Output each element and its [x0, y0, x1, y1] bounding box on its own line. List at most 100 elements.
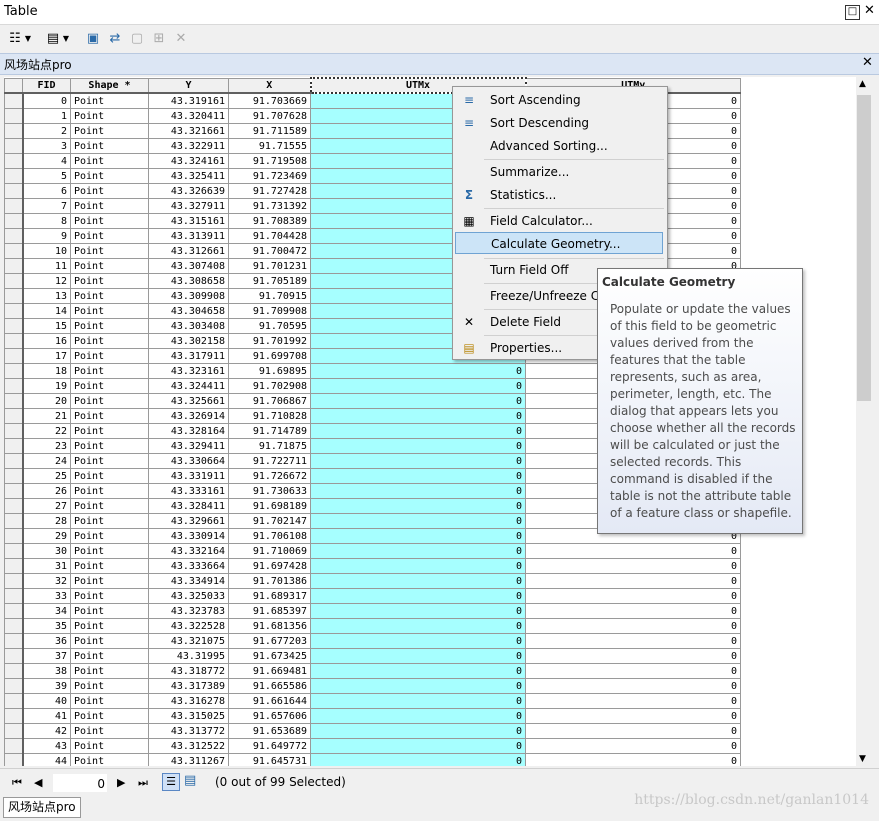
cell-x[interactable]: 91.71555	[228, 138, 311, 154]
cell-x[interactable]: 91.653689	[228, 723, 311, 739]
cell-y[interactable]: 43.324161	[148, 153, 229, 169]
zoom-to-selected-icon[interactable]: ⊞	[150, 29, 168, 47]
cell-shape[interactable]: Point	[70, 108, 149, 124]
cell-shape[interactable]: Point	[70, 453, 149, 469]
cell-shape[interactable]: Point	[70, 168, 149, 184]
table-row[interactable]: 30 Point 43.332164 91.710069 0 0	[4, 543, 741, 559]
cell-utmx[interactable]: 0	[310, 543, 526, 559]
cell-x[interactable]: 91.69895	[228, 363, 311, 379]
cell-utmx[interactable]: 0	[310, 648, 526, 664]
cell-y[interactable]: 43.331911	[148, 468, 229, 484]
cell-utmy[interactable]: 0	[525, 558, 741, 574]
cell-utmx[interactable]: 0	[310, 603, 526, 619]
previous-record-icon[interactable]: ◀	[34, 776, 42, 789]
cell-utmy[interactable]: 0	[525, 618, 741, 634]
row-selector[interactable]	[4, 92, 24, 109]
row-selector[interactable]	[4, 408, 24, 424]
cell-y[interactable]: 43.329411	[148, 438, 229, 454]
cell-x[interactable]: 91.722711	[228, 453, 311, 469]
row-selector[interactable]	[4, 723, 24, 739]
cell-y[interactable]: 43.318772	[148, 663, 229, 679]
cell-x[interactable]: 91.711589	[228, 123, 311, 139]
cell-shape[interactable]: Point	[70, 378, 149, 394]
cell-x[interactable]: 91.71875	[228, 438, 311, 454]
cell-shape[interactable]: Point	[70, 558, 149, 574]
cell-x[interactable]: 91.707628	[228, 108, 311, 124]
cell-utmy[interactable]: 0	[525, 633, 741, 649]
row-selector[interactable]	[4, 468, 24, 484]
row-selector[interactable]	[4, 678, 24, 694]
cell-x[interactable]: 91.645731	[228, 753, 311, 766]
cell-shape[interactable]: Point	[70, 528, 149, 544]
cell-shape[interactable]: Point	[70, 573, 149, 589]
row-selector[interactable]	[4, 183, 24, 199]
cell-utmx[interactable]: 0	[310, 513, 526, 529]
cell-fid[interactable]: 42	[22, 723, 71, 739]
cell-shape[interactable]: Point	[70, 228, 149, 244]
cell-y[interactable]: 43.312661	[148, 243, 229, 259]
table-row[interactable]: 32 Point 43.334914 91.701386 0 0	[4, 573, 741, 589]
cell-fid[interactable]: 27	[22, 498, 71, 514]
scrollbar-thumb[interactable]	[857, 95, 871, 401]
cell-y[interactable]: 43.328411	[148, 498, 229, 514]
cell-shape[interactable]: Point	[70, 258, 149, 274]
cell-y[interactable]: 43.330664	[148, 453, 229, 469]
cell-x[interactable]: 91.703669	[228, 92, 311, 109]
cell-fid[interactable]: 1	[22, 108, 71, 124]
cell-x[interactable]: 91.669481	[228, 663, 311, 679]
cell-utmx[interactable]: 0	[310, 663, 526, 679]
menu-item-calculate-geometry[interactable]: Calculate Geometry...	[455, 232, 663, 254]
row-selector[interactable]	[4, 543, 24, 559]
switch-selection-icon[interactable]: ⇄	[106, 29, 124, 47]
cell-x[interactable]: 91.661644	[228, 693, 311, 709]
scroll-up-icon[interactable]: ▲	[859, 79, 866, 89]
cell-y[interactable]: 43.328164	[148, 423, 229, 439]
cell-utmy[interactable]: 0	[525, 588, 741, 604]
cell-fid[interactable]: 35	[22, 618, 71, 634]
dropdown-arrow-icon[interactable]: ▼	[22, 29, 34, 47]
table-row[interactable]: 35 Point 43.322528 91.681356 0 0	[4, 618, 741, 634]
cell-y[interactable]: 43.323783	[148, 603, 229, 619]
cell-fid[interactable]: 23	[22, 438, 71, 454]
row-selector[interactable]	[4, 288, 24, 304]
table-row[interactable]: 31 Point 43.333664 91.697428 0 0	[4, 558, 741, 574]
cell-fid[interactable]: 44	[22, 753, 71, 766]
row-selector[interactable]	[4, 423, 24, 439]
cell-utmx[interactable]: 0	[310, 393, 526, 409]
cell-y[interactable]: 43.319161	[148, 92, 229, 109]
cell-shape[interactable]: Point	[70, 303, 149, 319]
row-selector[interactable]	[4, 558, 24, 574]
cell-shape[interactable]: Point	[70, 603, 149, 619]
cell-fid[interactable]: 39	[22, 678, 71, 694]
cell-x[interactable]: 91.70915	[228, 288, 311, 304]
row-selector[interactable]	[4, 213, 24, 229]
cell-utmy[interactable]: 0	[525, 603, 741, 619]
cell-y[interactable]: 43.327911	[148, 198, 229, 214]
cell-y[interactable]: 43.326639	[148, 183, 229, 199]
cell-y[interactable]: 43.322911	[148, 138, 229, 154]
menu-item-sort-descending[interactable]: ≡ Sort Descending	[455, 112, 663, 134]
row-selector[interactable]	[4, 123, 24, 139]
cell-utmx[interactable]: 0	[310, 588, 526, 604]
row-selector[interactable]	[4, 528, 24, 544]
cell-shape[interactable]: Point	[70, 393, 149, 409]
cell-x[interactable]: 91.70595	[228, 318, 311, 334]
cell-utmy[interactable]: 0	[525, 573, 741, 589]
cell-utmx[interactable]: 0	[310, 708, 526, 724]
column-header-y[interactable]: Y	[148, 77, 229, 94]
dropdown-arrow-icon[interactable]: ▼	[60, 29, 72, 47]
cell-y[interactable]: 43.323161	[148, 363, 229, 379]
cell-fid[interactable]: 19	[22, 378, 71, 394]
cell-utmx[interactable]: 0	[310, 453, 526, 469]
cell-fid[interactable]: 34	[22, 603, 71, 619]
row-selector[interactable]	[4, 453, 24, 469]
cell-fid[interactable]: 43	[22, 738, 71, 754]
scroll-down-icon[interactable]: ▼	[859, 754, 866, 764]
current-record-input[interactable]: 0	[52, 773, 108, 793]
cell-x[interactable]: 91.710069	[228, 543, 311, 559]
cell-shape[interactable]: Point	[70, 738, 149, 754]
cell-shape[interactable]: Point	[70, 648, 149, 664]
table-row[interactable]: 36 Point 43.321075 91.677203 0 0	[4, 633, 741, 649]
cell-utmx[interactable]: 0	[310, 633, 526, 649]
cell-shape[interactable]: Point	[70, 92, 149, 109]
